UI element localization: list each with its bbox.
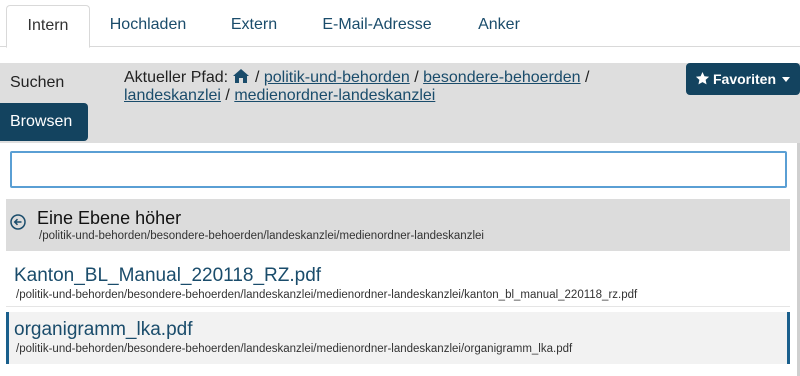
tab-hochladen[interactable]: Hochladen	[94, 5, 202, 47]
sidebar-item-search[interactable]: Suchen	[10, 74, 64, 92]
path-separator: /	[585, 69, 590, 86]
breadcrumb: Aktueller Pfad: / politik-und-behorden /…	[124, 69, 669, 105]
favorites-label: Favoriten	[713, 71, 777, 87]
file-path: /politik-und-behorden/besondere-behoerde…	[16, 343, 573, 355]
file-name: organigramm_lka.pdf	[14, 319, 193, 340]
file-name: Kanton_BL_Manual_220118_RZ.pdf	[14, 265, 322, 286]
search-input[interactable]	[10, 151, 787, 188]
parent-folder-label: Eine Ebene höher	[37, 208, 182, 228]
breadcrumb-link-medienordner[interactable]: medienordner-landeskanzlei	[234, 87, 435, 104]
sidebar-item-browse[interactable]: Browsen	[0, 103, 88, 141]
tab-anker[interactable]: Anker	[462, 5, 536, 47]
parent-folder-row[interactable]: Eine Ebene höher /politik-und-behorden/b…	[6, 199, 790, 251]
tab-email[interactable]: E-Mail-Adresse	[307, 5, 447, 47]
list-item[interactable]: organigramm_lka.pdf /politik-und-behorde…	[6, 312, 790, 364]
file-path: /politik-und-behorden/besondere-behoerde…	[16, 289, 638, 301]
tab-extern[interactable]: Extern	[214, 5, 294, 47]
path-separator: /	[254, 69, 260, 86]
breadcrumb-prefix: Aktueller Pfad:	[124, 69, 229, 86]
favorites-button[interactable]: Favoriten	[686, 63, 800, 95]
tab-intern[interactable]: Intern	[6, 5, 90, 48]
star-icon	[695, 71, 710, 85]
breadcrumb-link-besondere[interactable]: besondere-behoerden	[423, 69, 580, 86]
breadcrumb-link-politik[interactable]: politik-und-behorden	[264, 69, 410, 86]
parent-folder-path: /politik-und-behorden/besondere-behoerde…	[39, 230, 484, 242]
caret-down-icon	[782, 77, 791, 82]
list-item[interactable]: Kanton_BL_Manual_220118_RZ.pdf /politik-…	[6, 258, 790, 310]
path-separator: /	[225, 87, 230, 104]
tab-bar: Intern Hochladen Extern E-Mail-Adresse A…	[0, 0, 800, 48]
divider	[6, 306, 790, 307]
arrow-left-circle-icon	[10, 214, 26, 230]
breadcrumb-link-landeskanzlei[interactable]: landeskanzlei	[124, 87, 221, 104]
home-icon[interactable]	[232, 69, 249, 83]
path-separator: /	[414, 69, 419, 86]
